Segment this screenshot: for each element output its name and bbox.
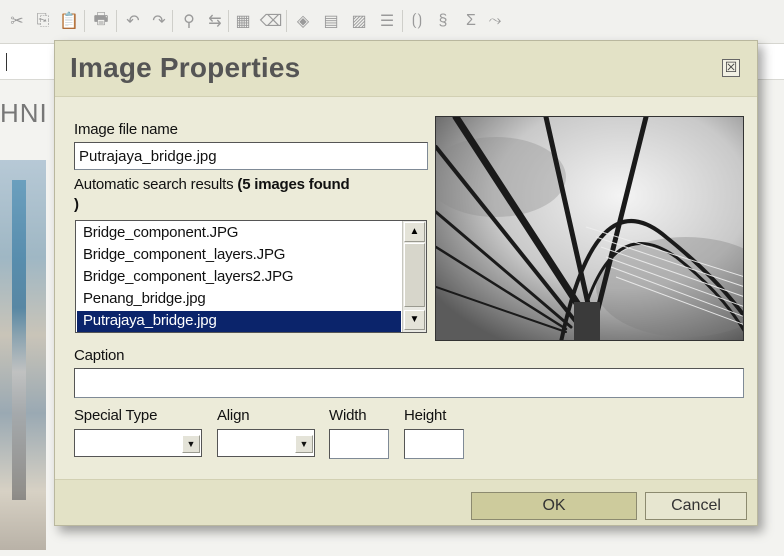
list-item[interactable]: Bridge_component.JPG bbox=[77, 223, 401, 245]
scroll-thumb[interactable] bbox=[404, 243, 425, 307]
special-type-label: Special Type bbox=[74, 407, 158, 424]
caption-input[interactable] bbox=[74, 368, 744, 398]
bridge-preview-image bbox=[436, 117, 743, 340]
search-results-list[interactable]: Bridge_component.JPG Bridge_component_lay… bbox=[75, 220, 427, 333]
caption-label: Caption bbox=[74, 347, 125, 364]
list-item[interactable]: Bridge_component_layers.JPG bbox=[77, 245, 401, 267]
height-label: Height bbox=[404, 407, 447, 424]
height-input[interactable] bbox=[404, 429, 464, 459]
file-name-label: Image file name bbox=[74, 121, 178, 138]
width-label: Width bbox=[329, 407, 367, 424]
scroll-up-button[interactable]: ▲ bbox=[404, 222, 425, 242]
background-heading: HNI bbox=[0, 98, 48, 128]
toolbar-separator bbox=[228, 10, 229, 32]
special-type-dropdown[interactable]: ▼ bbox=[74, 429, 202, 457]
toolbar-separator bbox=[116, 10, 117, 32]
toolbar-separator bbox=[172, 10, 173, 32]
undo-icon[interactable]: ↶ bbox=[122, 10, 144, 32]
toolbar-separator bbox=[84, 10, 85, 32]
file-name-input[interactable] bbox=[74, 142, 428, 170]
horizontal-rule-icon[interactable]: ☰ bbox=[376, 10, 398, 32]
scroll-down-button[interactable]: ▼ bbox=[404, 310, 425, 330]
search-results-label: Automatic search results (5 images found bbox=[74, 176, 350, 193]
ok-button[interactable]: OK bbox=[471, 492, 637, 520]
text-cursor bbox=[6, 53, 7, 71]
align-dropdown[interactable]: ▼ bbox=[217, 429, 315, 457]
eraser-icon[interactable]: ⌫ bbox=[260, 10, 283, 32]
object-icon[interactable]: ◈ bbox=[292, 10, 314, 32]
special-char-icon[interactable]: § bbox=[432, 10, 454, 32]
align-label: Align bbox=[217, 407, 250, 424]
table-icon[interactable]: ▤ bbox=[320, 10, 342, 32]
search-results-text: Automatic search results bbox=[74, 176, 238, 193]
sum-icon[interactable]: Σ bbox=[460, 10, 482, 32]
list-item[interactable]: Bridge_component_layers2.JPG bbox=[77, 267, 401, 289]
close-button[interactable]: ☒ bbox=[722, 59, 740, 77]
print-icon[interactable]: 🖶 bbox=[90, 10, 112, 32]
list-item[interactable]: Putrajaya_bridge.jpg bbox=[77, 311, 401, 332]
image-properties-dialog: Image Properties ☒ Image file name Autom… bbox=[54, 40, 758, 526]
copy-icon[interactable]: ⎘ bbox=[32, 10, 54, 32]
scroll-up-icon: ▲ bbox=[409, 226, 420, 237]
image-preview bbox=[435, 116, 744, 341]
image-icon[interactable]: ▨ bbox=[348, 10, 370, 32]
select-all-icon[interactable]: ▦ bbox=[232, 10, 254, 32]
toolbar-separator bbox=[402, 10, 403, 32]
background-photo bbox=[0, 160, 46, 550]
scroll-down-icon: ▼ bbox=[409, 314, 420, 325]
dialog-titlebar[interactable]: Image Properties ☒ bbox=[55, 41, 757, 97]
list-item[interactable]: Penang_bridge.jpg bbox=[77, 289, 401, 311]
search-results-count: (5 images found bbox=[237, 176, 350, 193]
find-icon[interactable]: ⚲ bbox=[178, 10, 200, 32]
cancel-button[interactable]: Cancel bbox=[645, 492, 747, 520]
redo-icon[interactable]: ↷ bbox=[148, 10, 170, 32]
more-icon[interactable]: ⤳ bbox=[484, 10, 506, 32]
template-icon[interactable]: ⟮⟯ bbox=[406, 10, 428, 32]
width-input[interactable] bbox=[329, 429, 389, 459]
close-icon: ☒ bbox=[724, 59, 738, 75]
cut-icon[interactable]: ✂ bbox=[6, 10, 28, 32]
chevron-down-icon: ▼ bbox=[295, 435, 313, 453]
search-results-count-close: ) bbox=[74, 196, 79, 213]
chevron-down-icon: ▼ bbox=[182, 435, 200, 453]
editor-toolbar: ✂ ⎘ 📋 🖶 ↶ ↷ ⚲ ⇆ ▦ ⌫ ◈ ▤ ▨ ☰ ⟮⟯ § Σ ⤳ bbox=[0, 0, 784, 44]
dialog-title: Image Properties bbox=[70, 52, 301, 83]
dialog-footer: OK Cancel bbox=[55, 479, 757, 525]
list-scrollbar[interactable]: ▲ ▼ bbox=[402, 221, 426, 332]
paste-icon[interactable]: 📋 bbox=[58, 10, 80, 32]
toolbar-separator bbox=[286, 10, 287, 32]
replace-icon[interactable]: ⇆ bbox=[204, 10, 226, 32]
